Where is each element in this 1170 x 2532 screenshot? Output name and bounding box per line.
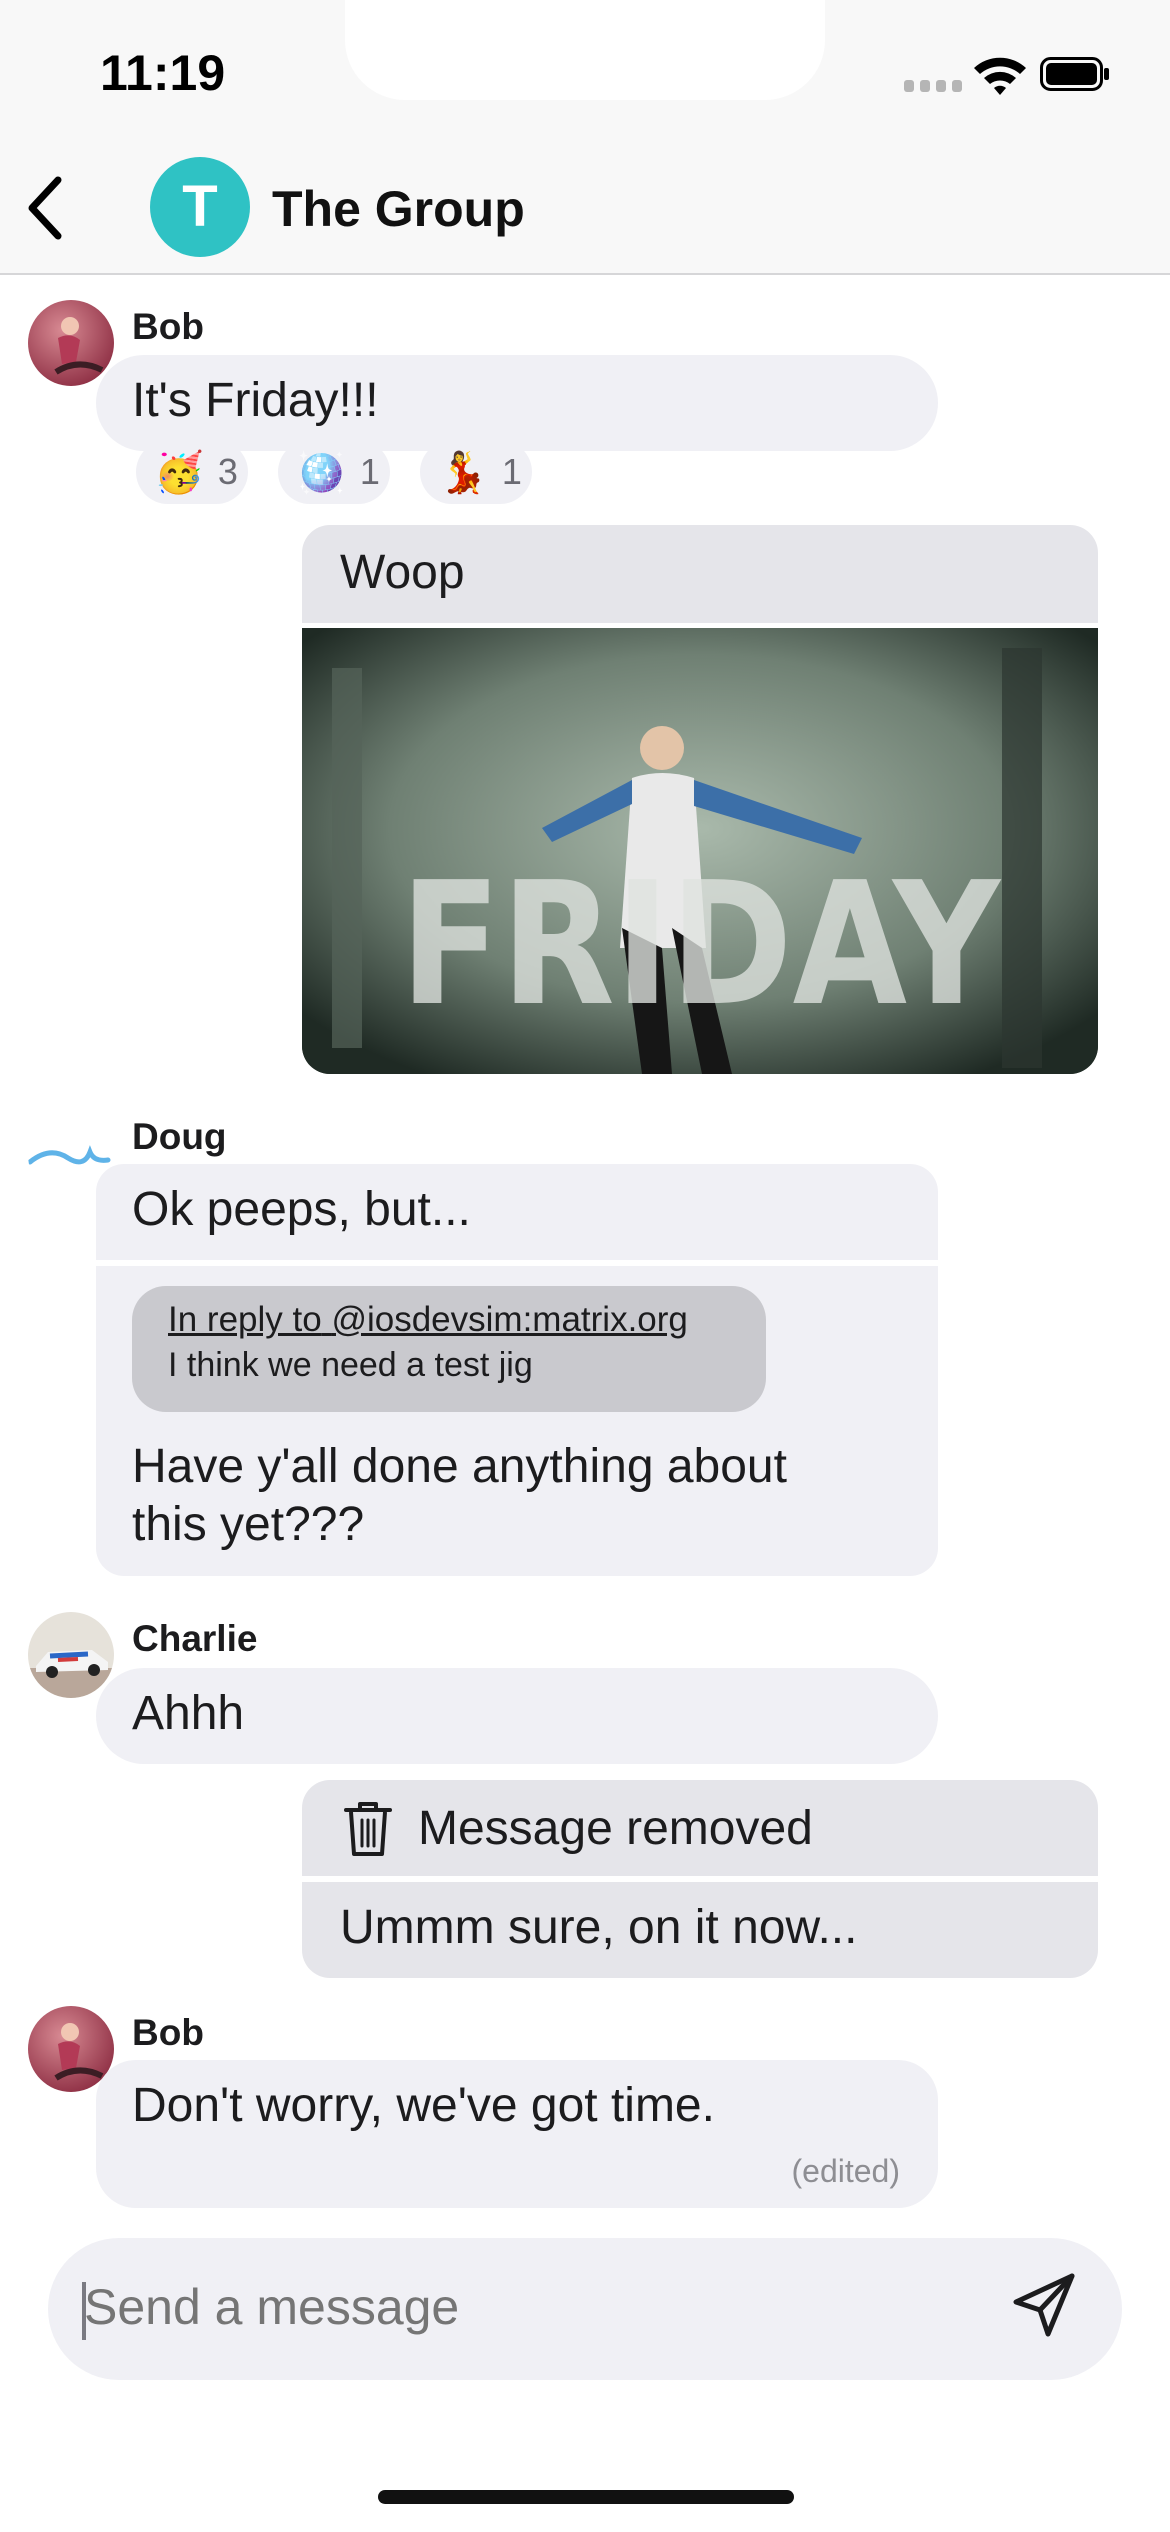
sender-name: Doug [132, 1116, 227, 1157]
message-bubble[interactable]: In reply to @iosdevsim:matrix.org I thin… [96, 1266, 938, 1576]
wifi-icon [974, 57, 1026, 95]
message-removed-bubble[interactable]: Message removed [302, 1780, 1098, 1876]
chevron-left-icon [28, 176, 62, 240]
message-removed-label: Message removed [418, 1801, 813, 1855]
avatar-image [28, 300, 114, 386]
reaction-chip[interactable]: 🥳 3 [136, 440, 248, 504]
sender-name: Bob [132, 2012, 204, 2053]
avatar-charlie[interactable] [28, 1612, 114, 1698]
gif-caption: FRIDAY [400, 846, 1002, 1044]
message-bubble[interactable]: It's Friday!!! [96, 355, 938, 451]
reply-quote: I think we need a test jig [168, 1346, 533, 1384]
message-text: Don't worry, we've got time. [132, 2079, 715, 2132]
trash-icon [344, 1802, 392, 1856]
message-bubble-own[interactable]: Ummm sure, on it now... [302, 1882, 1098, 1978]
message-text: Ummm sure, on it now... [340, 1901, 858, 1954]
avatar-image [28, 1612, 114, 1698]
reaction-chip[interactable]: 🪩 1 [278, 440, 390, 504]
message-input[interactable] [84, 2278, 964, 2336]
message-text-line: this yet??? [132, 1498, 365, 1551]
paper-plane-icon [1013, 2273, 1075, 2337]
cellular-signal-icon [904, 80, 962, 92]
gif-image[interactable]: FRIDAY [302, 628, 1098, 1074]
gif-scene: FRIDAY [302, 628, 1098, 1074]
reaction-count: 1 [359, 451, 380, 492]
reaction-count: 3 [217, 451, 238, 492]
reply-header: In reply to @iosdevsim:matrix.org [168, 1300, 730, 1340]
sender-name: Charlie [132, 1618, 258, 1659]
party-face-icon: 🥳 [154, 450, 204, 495]
message-text: Ahhh [132, 1687, 245, 1740]
status-time: 11:19 [100, 45, 226, 101]
reply-user: @iosdevsim:matrix.org [331, 1300, 688, 1339]
device-notch [345, 0, 825, 100]
reaction-chip[interactable]: 💃 1 [420, 440, 532, 504]
reply-preview[interactable]: In reply to @iosdevsim:matrix.org I thin… [132, 1286, 766, 1412]
dancer-icon: 💃 [438, 450, 488, 495]
send-button[interactable] [1010, 2270, 1080, 2340]
message-bubble[interactable]: Ahhh [96, 1668, 938, 1764]
message-bubble[interactable]: Don't worry, we've got time. (edited) [96, 2060, 938, 2208]
sender-name: Bob [132, 306, 204, 347]
reaction-count: 1 [501, 451, 522, 492]
reply-prefix: In reply to [168, 1300, 322, 1339]
room-avatar[interactable]: T [150, 157, 250, 257]
room-title[interactable]: The Group [272, 180, 525, 238]
message-text-line: Have y'all done anything about [132, 1440, 787, 1493]
message-bubble-own[interactable]: Woop [302, 525, 1098, 623]
message-text: Have y'all done anything about this yet?… [132, 1438, 902, 1554]
message-text: Woop [340, 546, 465, 599]
message-text: Ok peeps, but... [132, 1183, 471, 1236]
edited-label: (edited) [791, 2153, 901, 2189]
battery-icon [1040, 57, 1109, 91]
disco-ball-icon: 🪩 [296, 450, 346, 495]
back-button[interactable] [18, 172, 78, 244]
message-bubble[interactable]: Ok peeps, but... [96, 1164, 938, 1260]
message-text: It's Friday!!! [132, 374, 379, 427]
avatar-bob[interactable] [28, 300, 114, 386]
home-indicator [378, 2490, 794, 2504]
